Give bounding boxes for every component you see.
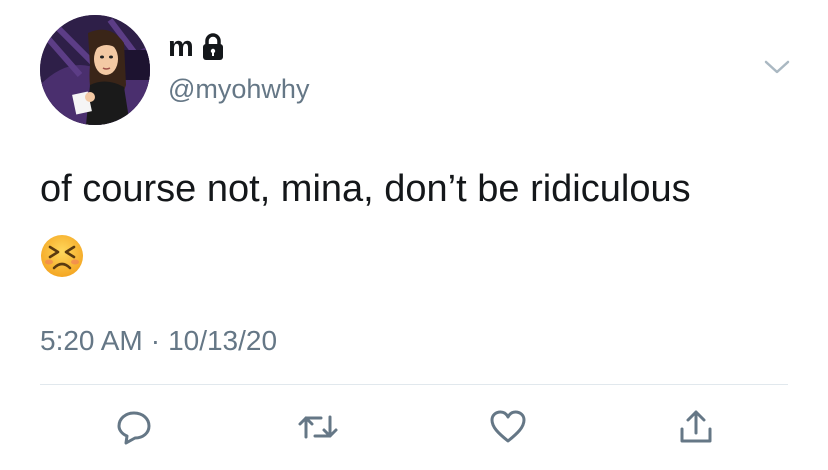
share-icon [680, 410, 712, 443]
persevering-face-emoji: 😣 [40, 234, 84, 278]
lock-icon [200, 32, 226, 62]
like-button[interactable] [486, 405, 530, 449]
tweet-card: m @myohwhy of course not, mina, don’t be… [0, 0, 828, 470]
share-button[interactable] [674, 405, 718, 449]
tweet-time: 5:20 AM [40, 325, 143, 356]
retweet-icon [298, 415, 338, 439]
display-name[interactable]: m [168, 30, 194, 64]
tweet-date: 10/13/20 [168, 325, 278, 356]
reply-button[interactable] [112, 405, 156, 449]
divider [40, 384, 788, 385]
timestamp[interactable]: 5:20 AM · 10/13/20 [40, 323, 277, 359]
chevron-down-icon[interactable] [762, 56, 792, 78]
heart-icon [490, 410, 526, 443]
user-handle[interactable]: @myohwhy [168, 72, 309, 106]
display-name-row: m [168, 30, 226, 64]
avatar[interactable] [40, 15, 150, 125]
retweet-button[interactable] [296, 405, 340, 449]
reply-icon [117, 411, 151, 445]
tweet-text: of course not, mina, don’t be ridiculous [40, 168, 691, 210]
timestamp-separator: · [150, 325, 161, 356]
